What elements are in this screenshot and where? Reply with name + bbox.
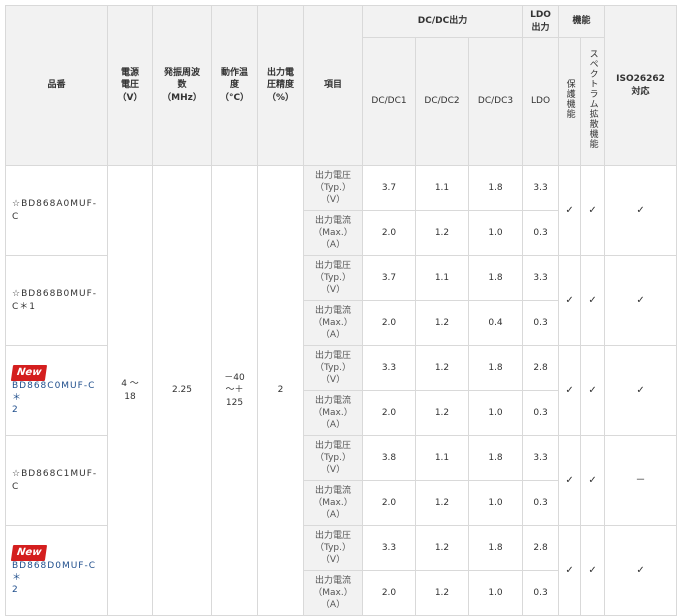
item-output-voltage: 出力電圧 （Typ.） （V） <box>303 435 363 481</box>
protection-check: ✓ <box>558 525 582 616</box>
spread-check: ✓ <box>580 435 606 526</box>
dcdc2-value: 1.1 <box>415 435 469 481</box>
dcdc2-value: 1.2 <box>415 345 469 391</box>
dcdc3-value: 1.8 <box>467 255 524 301</box>
frequency-cell: 2.25 <box>152 165 212 616</box>
dcdc2-value: 1.2 <box>415 525 469 571</box>
new-badge: New <box>10 544 48 561</box>
header-dcdc1: DC/DC1 <box>362 37 416 166</box>
spread-check: ✓ <box>580 255 606 346</box>
dcdc1-value: 3.3 <box>362 345 416 391</box>
dcdc1-value: 3.7 <box>362 255 416 301</box>
product-spec-table: 品番 電源 電圧 （V） 発振周波 数 （MHz） 動作温 度 （°C） 出力電… <box>5 5 678 616</box>
item-output-voltage: 出力電圧 （Typ.） （V） <box>303 345 363 391</box>
ldo-value: 0.3 <box>522 210 560 256</box>
header-voltage: 電源 電圧 （V） <box>107 5 153 166</box>
dcdc1-value: 3.3 <box>362 525 416 571</box>
part-number-cell[interactable]: ☆BD868A0MUF- C <box>5 165 108 256</box>
header-temperature: 動作温 度 （°C） <box>211 5 258 166</box>
dcdc1-value: 2.0 <box>362 480 416 526</box>
dcdc3-value: 1.0 <box>467 210 524 256</box>
header-iso26262: ISO26262 対応 <box>604 5 678 166</box>
ldo-value: 0.3 <box>522 480 560 526</box>
iso-check: ✓ <box>604 345 678 436</box>
item-output-current: 出力電流 （Max.） （A） <box>303 210 363 256</box>
part-number-link[interactable]: New BD868D0MUF-C＊ 2 <box>5 525 108 616</box>
dcdc3-value: 1.8 <box>467 345 524 391</box>
dcdc3-value: 1.8 <box>467 165 524 211</box>
header-dcdc3: DC/DC3 <box>467 37 524 166</box>
spread-check: ✓ <box>580 165 606 256</box>
spread-check: ✓ <box>580 525 606 616</box>
header-frequency: 発振周波 数 （MHz） <box>152 5 212 166</box>
ldo-value: 3.3 <box>522 165 560 211</box>
dcdc3-value: 1.0 <box>467 390 524 436</box>
part-number-cell[interactable]: ☆BD868B0MUF- C＊1 <box>5 255 108 346</box>
item-output-current: 出力電流 （Max.） （A） <box>303 390 363 436</box>
item-output-voltage: 出力電圧 （Typ.） （V） <box>303 525 363 571</box>
item-output-current: 出力電流 （Max.） （A） <box>303 300 363 346</box>
header-part: 品番 <box>5 5 108 166</box>
dcdc2-value: 1.2 <box>415 480 469 526</box>
item-output-current: 出力電流 （Max.） （A） <box>303 480 363 526</box>
dcdc1-value: 3.8 <box>362 435 416 481</box>
spread-check: ✓ <box>580 345 606 436</box>
iso-check: ✓ <box>604 165 678 256</box>
part-number-cell[interactable]: ☆BD868C1MUF- C <box>5 435 108 526</box>
ldo-value: 2.8 <box>522 525 560 571</box>
dcdc2-value: 1.2 <box>415 210 469 256</box>
dcdc2-value: 1.2 <box>415 300 469 346</box>
header-accuracy: 出力電 圧精度 （%） <box>257 5 304 166</box>
dcdc2-value: 1.2 <box>415 390 469 436</box>
header-dcdc-output: DC/DC出力 <box>361 5 524 38</box>
new-badge: New <box>10 364 48 381</box>
protection-check: ✓ <box>558 435 582 526</box>
dcdc3-value: 1.8 <box>467 525 524 571</box>
iso-dash: － <box>604 435 678 526</box>
protection-check: ✓ <box>558 165 582 256</box>
dcdc1-value: 2.0 <box>362 300 416 346</box>
iso-check: ✓ <box>604 255 678 346</box>
ldo-value: 0.3 <box>522 390 560 436</box>
ldo-value: 2.8 <box>522 345 560 391</box>
header-spread-spectrum: スペクトラム拡散機能 <box>580 37 606 166</box>
protection-check: ✓ <box>558 345 582 436</box>
dcdc3-value: 1.0 <box>467 480 524 526</box>
ldo-value: 3.3 <box>522 255 560 301</box>
temperature-cell: －40 ～＋ 125 <box>211 165 258 616</box>
header-ldo-output: LDO 出力 <box>522 5 560 38</box>
header-protection: 保護機能 <box>558 37 582 166</box>
item-output-voltage: 出力電圧 （Typ.） （V） <box>303 255 363 301</box>
dcdc1-value: 2.0 <box>362 390 416 436</box>
ldo-value: 0.3 <box>522 300 560 346</box>
accuracy-cell: 2 <box>257 165 304 616</box>
dcdc1-value: 3.7 <box>362 165 416 211</box>
header-functions: 機能 <box>558 5 606 38</box>
item-output-voltage: 出力電圧 （Typ.） （V） <box>303 165 363 211</box>
protection-check: ✓ <box>558 255 582 346</box>
dcdc3-value: 1.8 <box>467 435 524 481</box>
iso-check: ✓ <box>604 525 678 616</box>
header-item: 項目 <box>303 5 363 166</box>
supply-voltage-cell: 4 ～ 18 <box>107 165 153 616</box>
ldo-value: 3.3 <box>522 435 560 481</box>
header-dcdc2: DC/DC2 <box>415 37 469 166</box>
dcdc2-value: 1.1 <box>415 255 469 301</box>
part-number-link[interactable]: New BD868C0MUF-C＊ 2 <box>5 345 108 436</box>
dcdc2-value: 1.1 <box>415 165 469 211</box>
dcdc3-value: 0.4 <box>467 300 524 346</box>
header-ldo: LDO <box>522 37 560 166</box>
dcdc1-value: 2.0 <box>362 210 416 256</box>
